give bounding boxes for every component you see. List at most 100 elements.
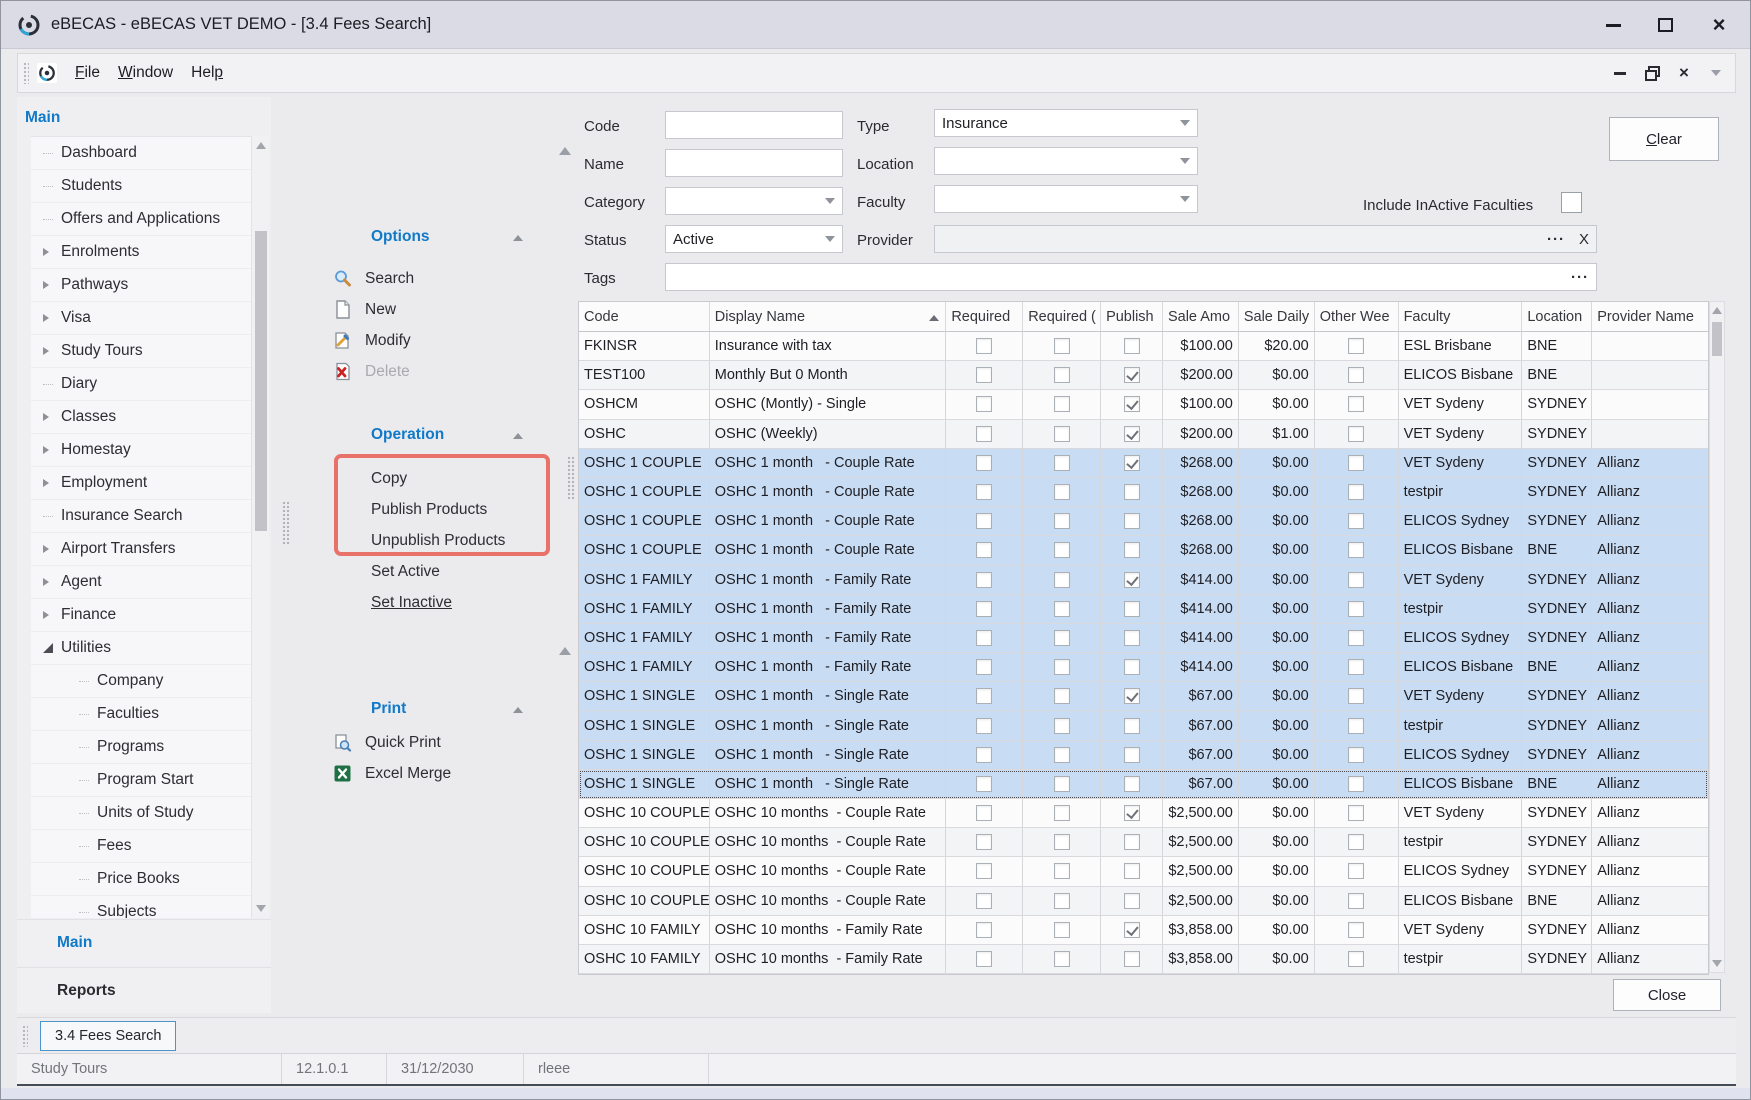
row-checkbox[interactable] (1348, 513, 1364, 529)
row-checkbox[interactable] (1054, 863, 1070, 879)
row-checkbox[interactable] (1348, 747, 1364, 763)
row-checkbox[interactable] (1348, 688, 1364, 704)
sidebar-item-fees[interactable]: Fees (31, 830, 269, 863)
row-checkbox[interactable] (1124, 718, 1140, 734)
sidebar-item-study-tours[interactable]: Study Tours (31, 335, 269, 368)
row-checkbox[interactable] (1348, 426, 1364, 442)
sidebar-item-enrolments[interactable]: Enrolments (31, 236, 269, 269)
row-checkbox[interactable] (1124, 659, 1140, 675)
row-checkbox[interactable] (1054, 688, 1070, 704)
row-checkbox[interactable] (976, 922, 992, 938)
scroll-up-icon[interactable] (1710, 302, 1724, 318)
table-row[interactable]: OSHCMOSHC (Montly) - Single$100.00$0.00V… (579, 390, 1708, 419)
column-header-sale-daily[interactable]: Sale Daily (1239, 302, 1315, 331)
row-checkbox[interactable] (1124, 396, 1140, 412)
column-header-provider-name[interactable]: Provider Name (1592, 302, 1708, 331)
sidebar-item-agent[interactable]: Agent (31, 566, 269, 599)
excel-merge-button[interactable]: Excel Merge (333, 758, 543, 789)
row-checkbox[interactable] (1054, 922, 1070, 938)
sidebar-item-company[interactable]: Company (31, 665, 269, 698)
table-row[interactable]: OSHC 10 COUPLEOSHC 10 months - Couple Ra… (579, 828, 1708, 857)
mdi-menu-caret-icon[interactable] (1707, 64, 1725, 82)
sidebar-item-offers-and-applications[interactable]: Offers and Applications (31, 203, 269, 236)
row-checkbox[interactable] (1124, 630, 1140, 646)
row-checkbox[interactable] (976, 426, 992, 442)
category-select[interactable] (665, 187, 843, 215)
sidebar-item-students[interactable]: Students (31, 170, 269, 203)
faculty-select[interactable] (934, 185, 1198, 213)
sidebar-item-insurance-search[interactable]: Insurance Search (31, 500, 269, 533)
provider-input[interactable]: ··· X (934, 225, 1597, 253)
row-checkbox[interactable] (1054, 455, 1070, 471)
clear-button[interactable]: Clear (1609, 117, 1719, 161)
mdi-minimize-icon[interactable] (1611, 64, 1629, 82)
table-row[interactable]: OSHC 10 COUPLEOSHC 10 months - Couple Ra… (579, 857, 1708, 886)
row-checkbox[interactable] (976, 718, 992, 734)
set-active-button[interactable]: Set Active (333, 556, 543, 587)
row-checkbox[interactable] (1054, 834, 1070, 850)
table-row[interactable]: OSHC 1 COUPLEOSHC 1 month - Couple Rate$… (579, 507, 1708, 536)
delete-button[interactable]: Delete (333, 356, 543, 387)
row-checkbox[interactable] (976, 572, 992, 588)
menu-window[interactable]: Window (118, 64, 173, 81)
column-header-faculty[interactable]: Faculty (1399, 302, 1523, 331)
row-checkbox[interactable] (1124, 951, 1140, 967)
table-row[interactable]: OSHC 1 FAMILYOSHC 1 month - Family Rate$… (579, 595, 1708, 624)
row-checkbox[interactable] (976, 601, 992, 617)
sidebar-item-program-start[interactable]: Program Start (31, 764, 269, 797)
row-checkbox[interactable] (1054, 396, 1070, 412)
close-button[interactable]: Close (1613, 979, 1721, 1011)
column-header-sale-amo[interactable]: Sale Amo (1163, 302, 1239, 331)
sidebar-item-employment[interactable]: Employment (31, 467, 269, 500)
table-row[interactable]: OSHC 10 FAMILYOSHC 10 months - Family Ra… (579, 945, 1708, 974)
row-checkbox[interactable] (1054, 805, 1070, 821)
row-checkbox[interactable] (1124, 455, 1140, 471)
row-checkbox[interactable] (1348, 893, 1364, 909)
column-header-other-wee[interactable]: Other Wee (1315, 302, 1399, 331)
sidebar-item-programs[interactable]: Programs (31, 731, 269, 764)
close-window-button[interactable]: × (1704, 11, 1734, 39)
tags-input[interactable]: ··· (665, 263, 1597, 291)
provider-clear-button[interactable]: X (1579, 231, 1589, 248)
row-checkbox[interactable] (1348, 484, 1364, 500)
table-row[interactable]: OSHC 1 COUPLEOSHC 1 month - Couple Rate$… (579, 536, 1708, 565)
menu-help[interactable]: Help (191, 64, 223, 81)
sidebar-section-reports[interactable]: Reports (17, 967, 271, 1013)
status-select[interactable]: Active (665, 225, 843, 253)
row-checkbox[interactable] (976, 396, 992, 412)
row-checkbox[interactable] (1124, 484, 1140, 500)
row-checkbox[interactable] (1054, 338, 1070, 354)
table-row[interactable]: OSHC 10 COUPLEOSHC 10 months - Couple Ra… (579, 799, 1708, 828)
row-checkbox[interactable] (1348, 542, 1364, 558)
table-row[interactable]: FKINSRInsurance with tax$100.00$20.00ESL… (579, 332, 1708, 361)
sidebar-item-airport-transfers[interactable]: Airport Transfers (31, 533, 269, 566)
table-row[interactable]: OSHC 1 SINGLEOSHC 1 month - Single Rate$… (579, 711, 1708, 740)
provider-ellipsis-button[interactable]: ··· (1547, 231, 1565, 248)
row-checkbox[interactable] (1054, 513, 1070, 529)
row-checkbox[interactable] (1348, 455, 1364, 471)
row-checkbox[interactable] (1054, 542, 1070, 558)
scroll-up-icon[interactable] (252, 136, 269, 154)
row-checkbox[interactable] (976, 951, 992, 967)
row-checkbox[interactable] (976, 513, 992, 529)
sidebar-item-faculties[interactable]: Faculties (31, 698, 269, 731)
row-checkbox[interactable] (1348, 834, 1364, 850)
table-row[interactable]: OSHC 1 FAMILYOSHC 1 month - Family Rate$… (579, 566, 1708, 595)
sidebar-section-main[interactable]: Main (17, 919, 271, 965)
row-checkbox[interactable] (976, 367, 992, 383)
menu-file[interactable]: File (75, 64, 100, 81)
column-header-code[interactable]: Code (579, 302, 710, 331)
sidebar-item-visa[interactable]: Visa (31, 302, 269, 335)
column-header-location[interactable]: Location (1522, 302, 1592, 331)
row-checkbox[interactable] (976, 455, 992, 471)
row-checkbox[interactable] (1348, 951, 1364, 967)
row-checkbox[interactable] (1124, 338, 1140, 354)
column-header-required[interactable]: Required (946, 302, 1023, 331)
row-checkbox[interactable] (1348, 718, 1364, 734)
row-checkbox[interactable] (1054, 484, 1070, 500)
row-checkbox[interactable] (1054, 659, 1070, 675)
row-checkbox[interactable] (1054, 572, 1070, 588)
sidebar-scrollbar[interactable] (251, 136, 269, 918)
tab-fees-search[interactable]: 3.4 Fees Search (40, 1021, 176, 1051)
row-checkbox[interactable] (1124, 776, 1140, 792)
